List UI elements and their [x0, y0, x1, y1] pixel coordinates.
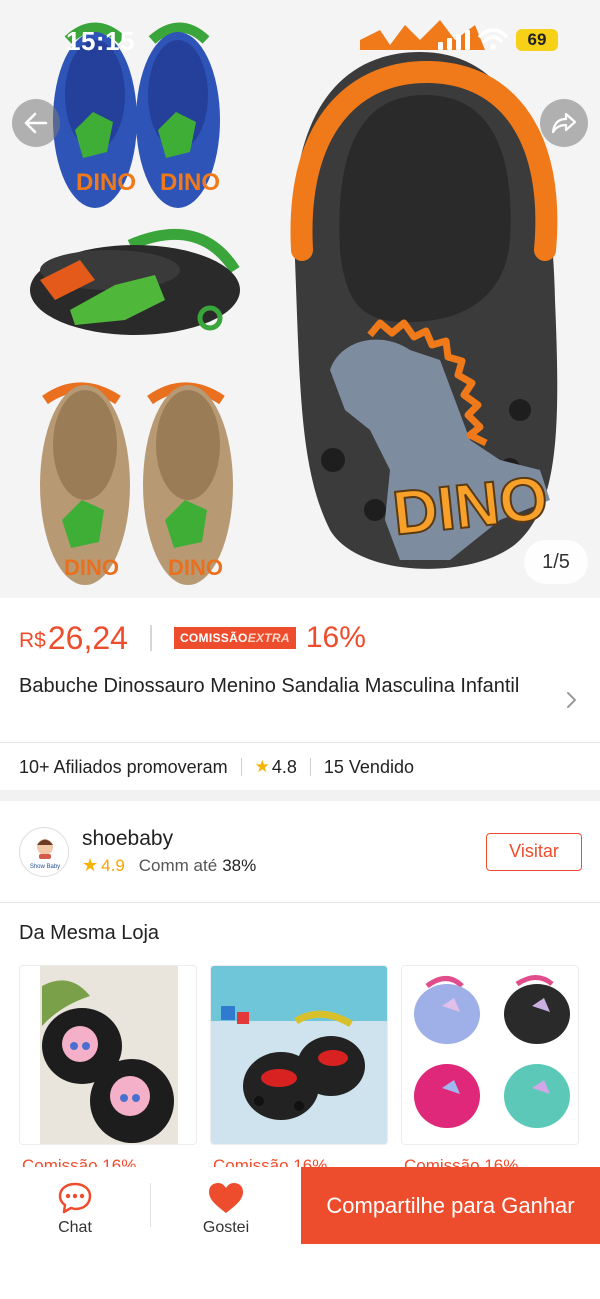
price-row: R$ 26,24 COMISSÃO EXTRA 16%	[19, 614, 366, 662]
product-image: DINO DINO DINO DINO DINO	[30, 20, 558, 585]
price-value: 26,24	[47, 619, 128, 656]
shop-name[interactable]: shoebaby	[82, 827, 173, 851]
product-thumbnail	[211, 966, 387, 1144]
commission-percent: 16%	[305, 621, 366, 654]
chat-icon	[58, 1182, 92, 1214]
status-time: 15:15	[66, 26, 135, 56]
shop-avatar[interactable]: Show Baby	[19, 827, 69, 877]
shop-commission-value: 38%	[222, 855, 257, 875]
chat-label: Chat	[58, 1219, 92, 1236]
visit-shop-button[interactable]: Visitar	[486, 833, 582, 871]
svg-text:DINO: DINO	[160, 169, 220, 196]
svg-text:DINO: DINO	[64, 555, 119, 580]
beige-clog-pair-image: DINO DINO	[40, 382, 233, 585]
badge-main-text: COMISSÃO	[179, 631, 248, 645]
svg-text:DINO: DINO	[168, 555, 223, 580]
section-gap	[0, 790, 600, 801]
like-button[interactable]: Gostei	[151, 1167, 301, 1244]
main-black-clog-image: DINO	[290, 20, 558, 569]
divider	[0, 742, 600, 743]
status-bar: 15:15 69	[0, 0, 600, 80]
price-currency: R$	[19, 629, 46, 652]
commission-extra-badge: COMISSÃO EXTRA	[173, 627, 296, 649]
affiliates-count: 10+ Afiliados promoveram	[19, 756, 228, 777]
badge-extra-text: EXTRA	[247, 631, 290, 645]
share-to-earn-button[interactable]: Compartilhe para Ganhar	[301, 1167, 600, 1244]
signal-icon	[438, 30, 470, 50]
price-divider	[149, 625, 152, 651]
star-icon: ★	[254, 757, 270, 776]
product-rating: 4.8	[271, 756, 297, 777]
same-store-title: Da Mesma Loja	[19, 922, 160, 944]
product-stats: 10+ Afiliados promoveram ★ 4.8 15 Vendid…	[19, 755, 414, 779]
share-icon	[551, 112, 577, 134]
sold-count: 15 Vendido	[323, 756, 414, 777]
black-clog-side-image	[30, 228, 240, 335]
shop-rating: 4.9	[101, 855, 125, 875]
same-store-product-card[interactable]	[19, 965, 197, 1145]
battery-icon: 69	[516, 29, 558, 51]
product-thumbnail	[40, 966, 178, 1144]
stats-divider	[309, 758, 311, 776]
shop-commission-label: Comm até	[138, 855, 218, 875]
heart-icon	[209, 1183, 243, 1213]
chevron-right-icon[interactable]	[565, 690, 579, 710]
svg-text:DINO: DINO	[390, 464, 551, 549]
svg-text:Show Baby: Show Baby	[30, 864, 60, 870]
back-arrow-icon	[24, 112, 48, 134]
shop-meta: ★ 4.9 Comm até 38%	[82, 855, 256, 876]
back-button[interactable]	[12, 99, 60, 147]
same-store-product-card[interactable]	[401, 965, 579, 1145]
stats-divider	[240, 758, 242, 776]
wifi-icon	[478, 28, 508, 50]
same-store-product-card[interactable]	[210, 965, 388, 1145]
shop-logo-image: Show Baby	[21, 829, 68, 876]
image-counter: 1/5	[524, 540, 588, 584]
share-button[interactable]	[540, 99, 588, 147]
star-icon: ★	[82, 855, 99, 875]
product-thumbnail	[402, 966, 578, 1144]
like-label: Gostei	[202, 1219, 250, 1236]
product-image-gallery[interactable]: DINO DINO DINO DINO DINO 15:15 69 1/5	[0, 0, 600, 598]
chat-button[interactable]: Chat	[0, 1167, 150, 1244]
product-title[interactable]: Babuche Dinossauro Menino Sandalia Mascu…	[19, 674, 539, 699]
svg-text:DINO: DINO	[76, 169, 136, 196]
divider	[0, 902, 600, 903]
bottom-action-bar: Chat Gostei Compartilhe para Ganhar	[0, 1167, 600, 1299]
